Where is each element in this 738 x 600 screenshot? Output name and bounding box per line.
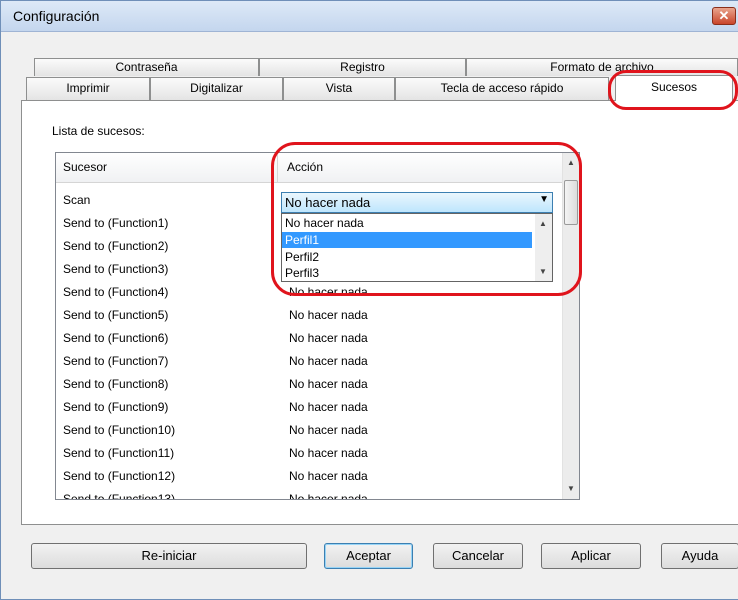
window-title: Configuración: [13, 8, 100, 24]
scroll-up-icon[interactable]: ▲: [563, 155, 579, 171]
help-button[interactable]: Ayuda: [661, 543, 738, 569]
table-row[interactable]: Send to (Function4) No hacer nada: [56, 283, 561, 306]
event-action: No hacer nada: [289, 446, 368, 460]
event-name: Scan: [63, 193, 91, 207]
dropdown-scrollbar[interactable]: ▲ ▼: [535, 214, 552, 281]
tab-log[interactable]: Registro: [259, 58, 466, 76]
action-combobox[interactable]: No hacer nada ▼: [281, 192, 553, 213]
tab-events[interactable]: Sucesos: [615, 75, 733, 101]
event-name: Send to (Function12): [63, 469, 176, 483]
event-name: Send to (Function8): [63, 377, 169, 391]
event-name: Send to (Function4): [63, 285, 169, 299]
dropdown-option[interactable]: Perfil3: [282, 265, 532, 281]
event-action: No hacer nada: [289, 285, 368, 299]
table-row[interactable]: Send to (Function9) No hacer nada: [56, 398, 561, 421]
event-name: Send to (Function10): [63, 423, 176, 437]
configuration-dialog: Configuración ✕ Contraseña Registro Form…: [0, 0, 738, 600]
event-action: No hacer nada: [289, 492, 368, 500]
event-name: Send to (Function2): [63, 239, 169, 253]
event-name: Send to (Function3): [63, 262, 169, 276]
ok-button[interactable]: Aceptar: [324, 543, 413, 569]
event-name: Send to (Function1): [63, 216, 169, 230]
event-action: No hacer nada: [289, 377, 368, 391]
event-action: No hacer nada: [289, 308, 368, 322]
event-action: No hacer nada: [289, 354, 368, 368]
title-bar: Configuración ✕: [1, 1, 738, 32]
scroll-down-icon[interactable]: ▼: [563, 481, 579, 497]
event-name: Send to (Function9): [63, 400, 169, 414]
scroll-down-icon[interactable]: ▼: [535, 264, 551, 280]
event-action: No hacer nada: [289, 469, 368, 483]
column-header-action[interactable]: Acción: [278, 153, 563, 183]
event-name: Send to (Function11): [63, 446, 175, 460]
table-row[interactable]: Send to (Function10) No hacer nada: [56, 421, 561, 444]
event-action: No hacer nada: [289, 423, 368, 437]
listview-scrollbar[interactable]: ▲ ▼: [562, 153, 579, 499]
event-name: Send to (Function13): [63, 492, 176, 500]
column-header-event[interactable]: Sucesor: [56, 153, 278, 183]
dropdown-option[interactable]: No hacer nada: [282, 215, 532, 231]
tab-file-format[interactable]: Formato de archivo: [466, 58, 738, 76]
events-list-label: Lista de sucesos:: [52, 124, 145, 138]
event-name: Send to (Function6): [63, 331, 169, 345]
cancel-button[interactable]: Cancelar: [433, 543, 523, 569]
table-row[interactable]: Send to (Function11) No hacer nada: [56, 444, 561, 467]
close-icon[interactable]: ✕: [712, 7, 736, 25]
apply-button[interactable]: Aplicar: [541, 543, 641, 569]
event-action: No hacer nada: [289, 400, 368, 414]
events-panel: Lista de sucesos: Sucesor Acción Scan Se…: [21, 100, 738, 525]
combobox-value: No hacer nada: [285, 195, 371, 210]
tab-password[interactable]: Contraseña: [34, 58, 259, 76]
chevron-down-icon[interactable]: ▼: [539, 194, 549, 205]
dropdown-option-selected[interactable]: Perfil1: [282, 232, 532, 248]
scroll-up-icon[interactable]: ▲: [535, 216, 551, 232]
table-row[interactable]: Send to (Function7) No hacer nada: [56, 352, 561, 375]
dropdown-option[interactable]: Perfil2: [282, 249, 532, 265]
action-dropdown-list[interactable]: No hacer nada Perfil1 Perfil2 Perfil3 ▲ …: [281, 213, 553, 282]
event-name: Send to (Function7): [63, 354, 169, 368]
table-row[interactable]: Send to (Function6) No hacer nada: [56, 329, 561, 352]
event-name: Send to (Function5): [63, 308, 169, 322]
tab-view[interactable]: Vista: [283, 77, 395, 100]
event-action: No hacer nada: [289, 331, 368, 345]
table-row[interactable]: Send to (Function5) No hacer nada: [56, 306, 561, 329]
table-row[interactable]: Send to (Function13) No hacer nada: [56, 490, 561, 500]
table-row[interactable]: Send to (Function12) No hacer nada: [56, 467, 561, 490]
table-row[interactable]: Send to (Function8) No hacer nada: [56, 375, 561, 398]
scroll-thumb[interactable]: [564, 180, 578, 225]
tab-scan[interactable]: Digitalizar: [150, 77, 283, 100]
reset-button[interactable]: Re-iniciar: [31, 543, 307, 569]
tab-hotkey[interactable]: Tecla de acceso rápido: [395, 77, 609, 100]
tab-print[interactable]: Imprimir: [26, 77, 150, 100]
